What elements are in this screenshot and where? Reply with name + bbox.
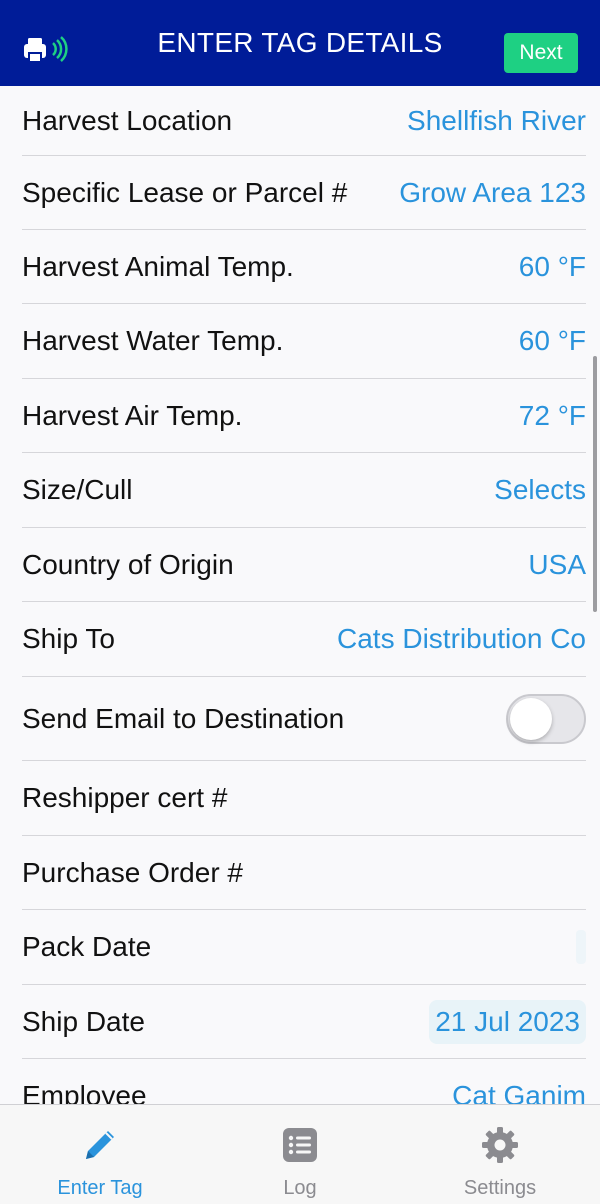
tag-details-list[interactable]: Harvest Location Shellfish River Specifi…	[0, 86, 600, 1104]
tab-label: Log	[283, 1177, 317, 1199]
field-row-animal-temp[interactable]: Harvest Animal Temp. 60 °F	[22, 230, 586, 304]
field-row-harvest-location[interactable]: Harvest Location Shellfish River	[22, 86, 586, 156]
field-label: Size/Cull	[22, 474, 133, 505]
field-row-air-temp[interactable]: Harvest Air Temp. 72 °F	[22, 379, 586, 453]
field-value[interactable]: Shellfish River	[407, 105, 586, 137]
field-row-size-cull[interactable]: Size/Cull Selects	[22, 453, 586, 528]
tab-bar: Enter Tag Log Settings	[0, 1104, 600, 1204]
list-scrollbar[interactable]	[593, 356, 597, 612]
field-row-send-email: Send Email to Destination	[22, 677, 586, 761]
field-label: Harvest Water Temp.	[22, 325, 284, 356]
field-label: Harvest Location	[22, 104, 233, 136]
field-label: Country of Origin	[22, 548, 234, 580]
field-value[interactable]: 72 °F	[519, 400, 586, 432]
field-row-lease-parcel[interactable]: Specific Lease or Parcel # Grow Area 123	[22, 156, 586, 230]
page-title: ENTER TAG DETAILS	[157, 27, 443, 58]
field-label: Ship To	[22, 623, 115, 654]
nav-header: ENTER TAG DETAILS Next	[0, 0, 600, 86]
field-label: Harvest Animal Temp.	[22, 250, 294, 282]
field-value[interactable]: Cats Distribution Co	[337, 623, 586, 655]
field-label: Send Email to Destination	[22, 702, 345, 734]
field-label: Specific Lease or Parcel #	[22, 176, 348, 208]
field-row-pack-date[interactable]: Pack Date	[22, 910, 586, 985]
field-value[interactable]: 60 °F	[519, 251, 586, 283]
field-label: Ship Date	[22, 1005, 145, 1037]
field-row-water-temp[interactable]: Harvest Water Temp. 60 °F	[22, 304, 586, 379]
field-label: Pack Date	[22, 931, 152, 962]
tab-settings[interactable]: Settings	[400, 1105, 600, 1204]
field-label: Employee	[22, 1080, 147, 1104]
tab-label: Settings	[463, 1177, 537, 1199]
printer-button[interactable]	[22, 36, 76, 72]
field-row-country-of-origin[interactable]: Country of Origin USA	[22, 528, 586, 602]
tab-log[interactable]: Log	[200, 1105, 400, 1204]
field-value[interactable]: Grow Area 123	[399, 177, 586, 209]
field-label: Reshipper cert #	[22, 782, 228, 813]
field-row-purchase-order[interactable]: Purchase Order #	[22, 836, 586, 910]
pack-date-picker[interactable]	[576, 930, 586, 964]
gear-icon	[482, 1127, 518, 1163]
next-button[interactable]: Next	[504, 33, 578, 73]
field-value[interactable]: Selects	[494, 474, 586, 506]
field-value[interactable]: 60 °F	[519, 325, 586, 357]
tab-label: Enter Tag	[57, 1177, 143, 1199]
field-label: Purchase Order #	[22, 856, 243, 888]
tab-enter-tag[interactable]: Enter Tag	[0, 1105, 200, 1204]
ship-date-picker[interactable]: 21 Jul 2023	[429, 999, 586, 1044]
list-icon	[283, 1128, 317, 1162]
field-label: Harvest Air Temp.	[22, 399, 243, 431]
send-email-toggle[interactable]	[506, 693, 586, 744]
field-row-ship-date[interactable]: Ship Date 21 Jul 2023	[22, 985, 586, 1059]
field-value[interactable]: USA	[528, 549, 586, 581]
pencil-icon	[86, 1131, 114, 1159]
field-row-ship-to[interactable]: Ship To Cats Distribution Co	[22, 602, 586, 677]
field-value[interactable]: Cat Ganim	[452, 1080, 586, 1104]
field-row-employee[interactable]: Employee Cat Ganim	[22, 1059, 586, 1104]
toggle-knob	[510, 697, 552, 740]
printer-icon	[24, 36, 68, 63]
field-row-reshipper-cert[interactable]: Reshipper cert #	[22, 761, 586, 836]
